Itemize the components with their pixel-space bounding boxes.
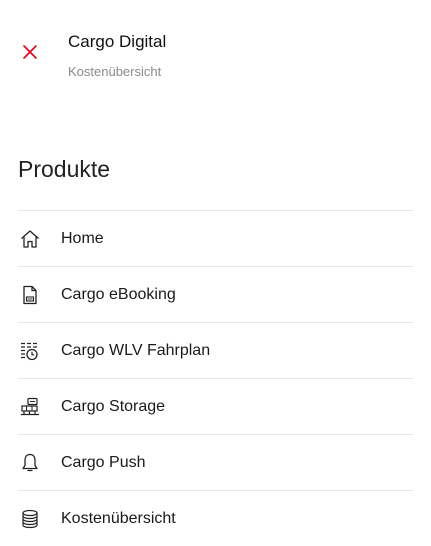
menu-item-storage[interactable]: Cargo Storage bbox=[18, 378, 413, 434]
menu-header: Cargo Digital Kostenübersicht bbox=[0, 0, 431, 100]
app-subtitle: Kostenübersicht bbox=[68, 64, 162, 79]
menu-item-label: Cargo eBooking bbox=[61, 285, 176, 303]
close-icon bbox=[22, 44, 38, 60]
menu-item-label: Home bbox=[61, 229, 104, 247]
schedule-clock-icon bbox=[18, 339, 42, 363]
close-button[interactable] bbox=[18, 40, 42, 64]
menu-item-label: Cargo WLV Fahrplan bbox=[61, 341, 211, 359]
app-title: Cargo Digital bbox=[68, 32, 167, 51]
document-icon bbox=[18, 283, 42, 307]
home-icon bbox=[18, 227, 42, 251]
menu-item-label: Kostenübersicht bbox=[61, 509, 176, 527]
storage-icon bbox=[18, 395, 42, 419]
bell-icon bbox=[18, 451, 42, 475]
menu-item-label: Cargo Push bbox=[61, 453, 146, 471]
coins-stack-icon bbox=[18, 507, 42, 531]
menu-item-ebooking[interactable]: Cargo eBooking bbox=[18, 266, 413, 322]
menu-item-kostenuebersicht[interactable]: Kostenübersicht bbox=[18, 490, 413, 546]
menu-item-push[interactable]: Cargo Push bbox=[18, 434, 413, 490]
products-menu: Home Cargo eBooking Cargo WLV Fahrplan C… bbox=[18, 210, 413, 546]
menu-item-label: Cargo Storage bbox=[61, 397, 166, 415]
menu-item-home[interactable]: Home bbox=[18, 210, 413, 266]
menu-item-wlv-fahrplan[interactable]: Cargo WLV Fahrplan bbox=[18, 322, 413, 378]
products-heading: Produkte bbox=[18, 156, 111, 182]
